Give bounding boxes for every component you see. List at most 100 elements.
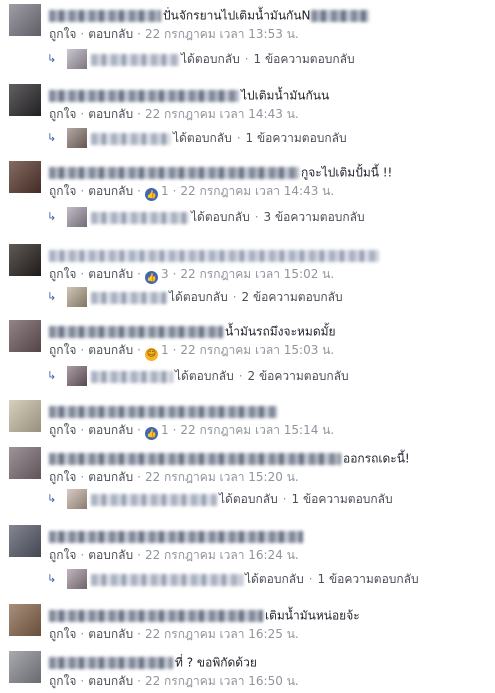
like-link[interactable]: ถูกใจ bbox=[49, 27, 76, 41]
timestamp[interactable]: 22 กรกฎาคม เวลา 16:24 น. bbox=[145, 548, 299, 562]
reply-author-redacted bbox=[91, 493, 217, 506]
timestamp[interactable]: 22 กรกฎาคม เวลา 14:43 น. bbox=[180, 184, 334, 198]
replies-summary[interactable]: ↳ ได้ตอบกลับ · 1 ข้อความตอบกลับ bbox=[0, 488, 495, 510]
like-link[interactable]: ถูกใจ bbox=[49, 470, 76, 484]
timestamp[interactable]: 22 กรกฎาคม เวลา 16:25 น. bbox=[145, 627, 299, 641]
timestamp[interactable]: 22 กรกฎาคม เวลา 15:20 น. bbox=[145, 470, 299, 484]
reply-arrow-icon: ↳ bbox=[47, 572, 57, 585]
author-name-redacted[interactable] bbox=[49, 325, 223, 338]
like-link[interactable]: ถูกใจ bbox=[49, 267, 76, 281]
author-name-redacted[interactable] bbox=[49, 249, 379, 262]
avatar[interactable] bbox=[9, 447, 41, 479]
reply-avatar bbox=[67, 128, 87, 148]
comment-actions: ถูกใจ · ตอบกลับ · 22 กรกฎาคม เวลา 16:25 น. bbox=[49, 627, 299, 641]
reply-author-redacted bbox=[91, 573, 243, 586]
timestamp[interactable]: 22 กรกฎาคม เวลา 15:03 น. bbox=[180, 343, 334, 357]
reply-author-redacted bbox=[91, 211, 189, 224]
like-reaction-icon[interactable]: 👍 bbox=[144, 188, 158, 201]
comment-body: กูจะไปเติมปั้มนี้ !! bbox=[49, 163, 392, 181]
reply-arrow-icon: ↳ bbox=[47, 492, 57, 505]
comment-actions: ถูกใจ · ตอบกลับ · 👍 1 · 22 กรกฎาคม เวลา 15:14 น… bbox=[49, 423, 335, 440]
like-link[interactable]: ถูกใจ bbox=[49, 674, 76, 688]
reply-arrow-icon: ↳ bbox=[47, 131, 57, 144]
reply-count: 2 ข้อความตอบกลับ bbox=[241, 290, 343, 304]
avatar[interactable] bbox=[9, 4, 41, 36]
like-link[interactable]: ถูกใจ bbox=[49, 548, 76, 562]
replied-label: ได้ตอบกลับ bbox=[191, 210, 250, 224]
author-name-redacted[interactable] bbox=[49, 9, 161, 22]
like-link[interactable]: ถูกใจ bbox=[49, 423, 76, 437]
replied-label: ได้ตอบกลับ bbox=[173, 131, 232, 145]
replies-summary[interactable]: ↳ ได้ตอบกลับ · 1 ข้อความตอบกลับ bbox=[0, 48, 495, 70]
like-link[interactable]: ถูกใจ bbox=[49, 343, 76, 357]
comment-text: น้ำมันรถมึงจะหมดมั้ย bbox=[225, 324, 336, 339]
replied-label: ได้ตอบกลับ bbox=[175, 369, 234, 383]
reply-link[interactable]: ตอบกลับ bbox=[88, 548, 133, 562]
reaction-count[interactable]: 1 bbox=[161, 423, 169, 437]
reply-link[interactable]: ตอบกลับ bbox=[88, 343, 133, 357]
reply-link[interactable]: ตอบกลับ bbox=[88, 674, 133, 688]
like-reaction-icon[interactable]: 👍 bbox=[144, 427, 158, 440]
comment-actions: ถูกใจ · ตอบกลับ · 22 กรกฎาคม เวลา 16:24 น. bbox=[49, 548, 299, 562]
replies-summary[interactable]: ↳ ได้ตอบกลับ · 1 ข้อความตอบกลับ bbox=[0, 568, 495, 590]
avatar[interactable] bbox=[9, 161, 41, 193]
comment-text: ไปเติมน้ำมันกันน bbox=[241, 88, 330, 103]
comment-body: เติมน้ำมันหน่อยจ้ะ bbox=[49, 606, 360, 624]
comment-actions: ถูกใจ · ตอบกลับ · 22 กรกฎาคม เวลา 13:53 น. bbox=[49, 27, 299, 41]
reaction-count[interactable]: 3 bbox=[161, 267, 169, 281]
replies-summary[interactable]: ↳ ได้ตอบกลับ · 2 ข้อความตอบกลับ bbox=[0, 365, 495, 387]
reply-count: 1 ข้อความตอบกลับ bbox=[253, 52, 355, 66]
reply-author-redacted bbox=[91, 291, 167, 304]
reply-count: 1 ข้อความตอบกลับ bbox=[245, 131, 347, 145]
avatar[interactable] bbox=[9, 84, 41, 116]
timestamp[interactable]: 22 กรกฎาคม เวลา 14:43 น. bbox=[145, 107, 299, 121]
replies-summary[interactable]: ↳ ได้ตอบกลับ · 1 ข้อความตอบกลับ bbox=[0, 127, 495, 149]
reply-link[interactable]: ตอบกลับ bbox=[88, 27, 133, 41]
reaction-count[interactable]: 1 bbox=[161, 184, 169, 198]
timestamp[interactable]: 22 กรกฎาคม เวลา 15:02 น. bbox=[180, 267, 334, 281]
comment-text: เติมน้ำมันหน่อยจ้ะ bbox=[265, 608, 360, 623]
author-name-redacted[interactable] bbox=[49, 656, 173, 669]
timestamp[interactable]: 22 กรกฎาคม เวลา 15:14 น. bbox=[180, 423, 334, 437]
haha-reaction-icon[interactable]: ☺ bbox=[144, 348, 158, 361]
author-name-redacted[interactable] bbox=[49, 89, 239, 102]
timestamp[interactable]: 22 กรกฎาคม เวลา 13:53 น. bbox=[145, 27, 299, 41]
like-reaction-icon[interactable]: 👍 bbox=[144, 271, 158, 284]
reply-avatar bbox=[67, 569, 87, 589]
author-name-redacted[interactable] bbox=[49, 530, 303, 543]
like-link[interactable]: ถูกใจ bbox=[49, 107, 76, 121]
comment-text: ที่ ? ขอพิกัดด้วย bbox=[175, 655, 257, 670]
comment-body: ออกรถเดะนี้! bbox=[49, 449, 410, 467]
avatar[interactable] bbox=[9, 651, 41, 683]
avatar[interactable] bbox=[9, 400, 41, 432]
reply-count: 3 ข้อความตอบกลับ bbox=[263, 210, 365, 224]
reply-link[interactable]: ตอบกลับ bbox=[88, 627, 133, 641]
reply-link[interactable]: ตอบกลับ bbox=[88, 423, 133, 437]
avatar[interactable] bbox=[9, 244, 41, 276]
like-link[interactable]: ถูกใจ bbox=[49, 627, 76, 641]
replied-label: ได้ตอบกลับ bbox=[169, 290, 228, 304]
reply-author-redacted bbox=[91, 132, 171, 145]
avatar[interactable] bbox=[9, 525, 41, 557]
reply-link[interactable]: ตอบกลับ bbox=[88, 107, 133, 121]
reaction-count[interactable]: 1 bbox=[161, 343, 169, 357]
reply-avatar bbox=[67, 207, 87, 227]
comment-text: ออกรถเดะนี้! bbox=[343, 451, 410, 466]
replied-label: ได้ตอบกลับ bbox=[219, 492, 278, 506]
replies-summary[interactable]: ↳ ได้ตอบกลับ · 3 ข้อความตอบกลับ bbox=[0, 206, 495, 228]
like-link[interactable]: ถูกใจ bbox=[49, 184, 76, 198]
reply-avatar bbox=[67, 49, 87, 69]
avatar[interactable] bbox=[9, 320, 41, 352]
timestamp[interactable]: 22 กรกฎาคม เวลา 16:50 น. bbox=[145, 674, 299, 688]
reply-link[interactable]: ตอบกลับ bbox=[88, 184, 133, 198]
author-name-redacted[interactable] bbox=[49, 609, 263, 622]
reply-link[interactable]: ตอบกลับ bbox=[88, 470, 133, 484]
reply-link[interactable]: ตอบกลับ bbox=[88, 267, 133, 281]
reply-avatar bbox=[67, 366, 87, 386]
author-name-redacted[interactable] bbox=[49, 166, 299, 179]
author-name-redacted[interactable] bbox=[49, 452, 341, 465]
comment-actions: ถูกใจ · ตอบกลับ · 22 กรกฎาคม เวลา 14:43 น. bbox=[49, 107, 299, 121]
author-name-redacted[interactable] bbox=[49, 405, 277, 418]
replies-summary[interactable]: ↳ ได้ตอบกลับ · 2 ข้อความตอบกลับ bbox=[0, 286, 495, 308]
avatar[interactable] bbox=[9, 604, 41, 636]
